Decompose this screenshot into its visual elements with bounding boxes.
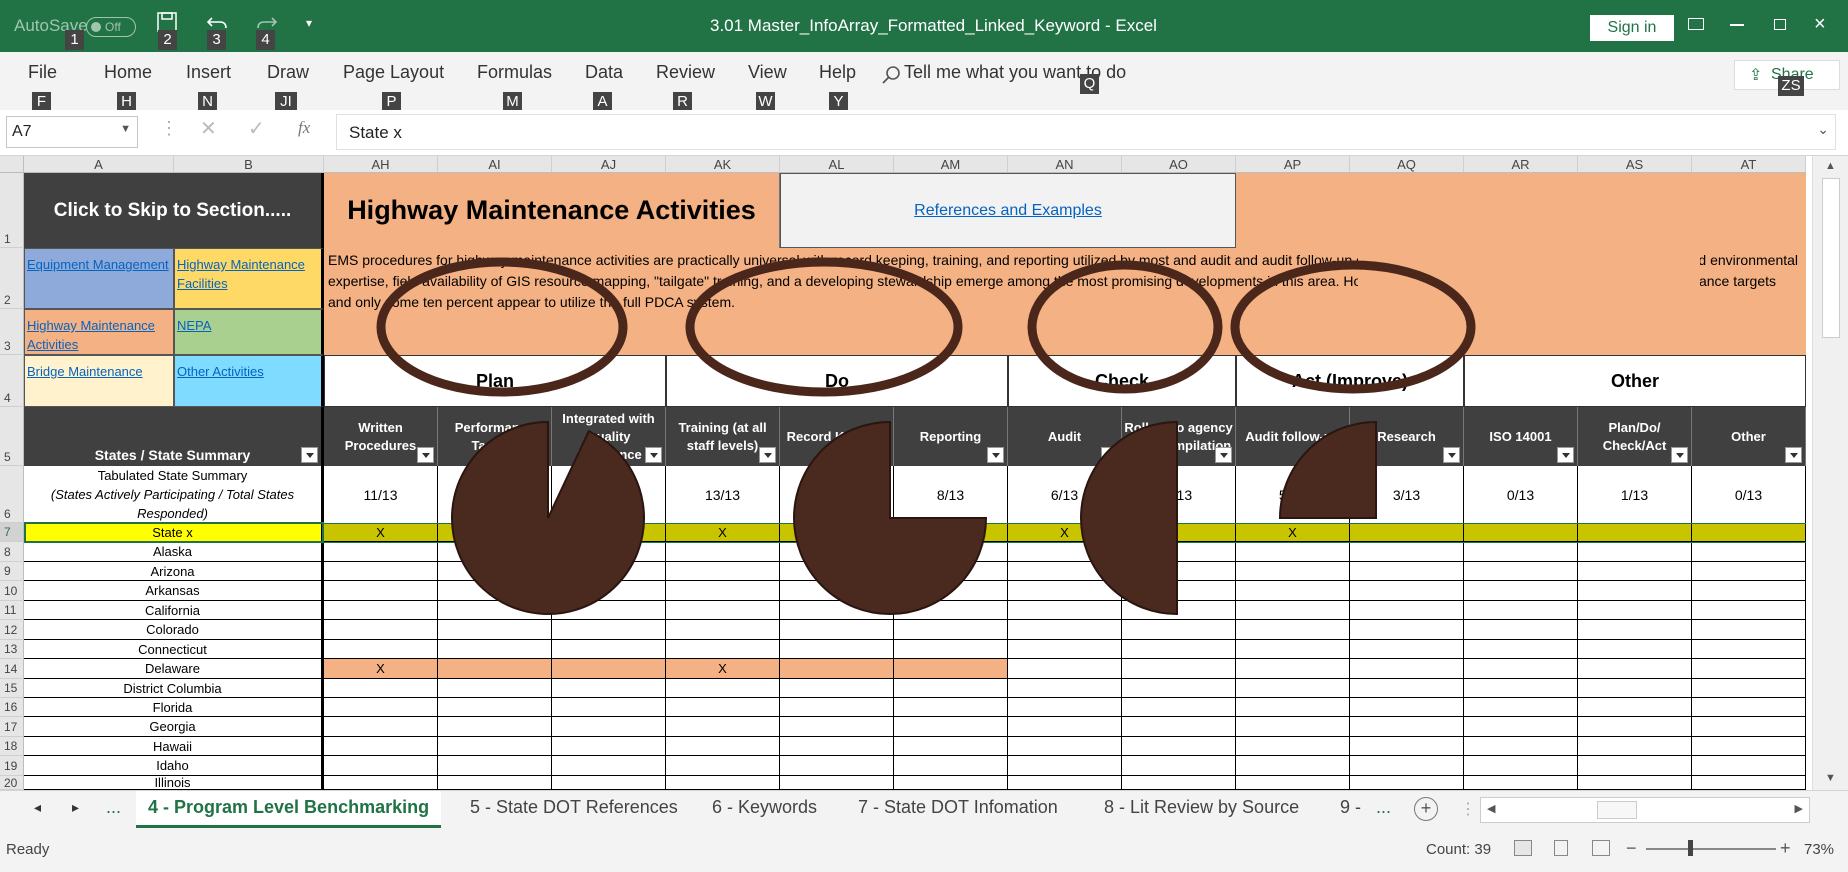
keytip: Q: [1080, 74, 1099, 94]
tab-formulas[interactable]: Formulas: [477, 62, 552, 83]
highlight-circle: [1230, 260, 1476, 394]
scroll-left-icon[interactable]: ◀: [1487, 802, 1495, 815]
scroll-thumb[interactable]: [1597, 801, 1637, 819]
zoom-in-icon[interactable]: +: [1780, 838, 1791, 859]
tab-draw[interactable]: Draw: [267, 62, 309, 83]
add-sheet-icon[interactable]: +: [1414, 797, 1438, 821]
sign-in-button[interactable]: Sign in: [1590, 15, 1674, 41]
tab-view[interactable]: View: [748, 62, 787, 83]
tab-data[interactable]: Data: [585, 62, 623, 83]
vertical-scrollbar[interactable]: ▲ ▼: [1812, 156, 1848, 790]
expand-formula-icon[interactable]: ⌄: [1817, 121, 1829, 138]
keytip: H: [117, 92, 136, 112]
tab-insert[interactable]: Insert: [186, 62, 231, 83]
tab-file[interactable]: File: [28, 62, 57, 83]
horizontal-scrollbar[interactable]: ◀ ▶: [1480, 797, 1810, 823]
chevron-down-icon[interactable]: ▼: [120, 123, 131, 135]
keytip: F: [32, 92, 51, 112]
formula-input[interactable]: State x ⌄: [336, 114, 1836, 150]
status-ready: Ready: [6, 841, 50, 858]
keytip: 3: [207, 30, 226, 50]
customize-qat-icon[interactable]: ▾: [306, 16, 312, 30]
save-icon[interactable]: [157, 12, 177, 32]
sheet-tab[interactable]: 8 - Lit Review by Source: [1104, 797, 1299, 818]
progress-pie: [1080, 420, 1178, 616]
keytip: N: [198, 92, 217, 112]
keytip: ZS: [1778, 76, 1804, 96]
sheet-tab[interactable]: 6 - Keywords: [712, 797, 817, 818]
next-sheet-icon[interactable]: ▸: [72, 799, 79, 816]
formula-bar: A7 ▼ ⋮ ✕ ✓ fx State x ⌄: [0, 110, 1848, 156]
tab-home[interactable]: Home: [104, 62, 152, 83]
name-box[interactable]: A7 ▼: [6, 116, 138, 148]
keytip: Y: [829, 92, 848, 112]
insert-function-icon[interactable]: fx: [298, 118, 310, 138]
formula-value: State x: [349, 123, 402, 142]
more-sheets-button[interactable]: ...: [1376, 797, 1391, 818]
cancel-icon[interactable]: ✕: [200, 116, 217, 141]
autosave-toggle[interactable]: Off: [86, 17, 136, 37]
status-count: Count: 39: [1426, 841, 1492, 858]
progress-pie: [1278, 420, 1377, 519]
normal-view-icon[interactable]: [1514, 840, 1532, 856]
close-icon[interactable]: ×: [1814, 13, 1826, 36]
keytip: P: [382, 92, 401, 112]
prev-sheet-icon[interactable]: ◂: [34, 799, 41, 816]
sheet-tab[interactable]: 9 -: [1340, 797, 1361, 818]
keytip: R: [673, 92, 692, 112]
tab-page-layout[interactable]: Page Layout: [343, 62, 444, 83]
page-break-view-icon[interactable]: [1592, 840, 1610, 856]
highlight-circle: [376, 257, 628, 397]
search-icon[interactable]: [881, 65, 901, 85]
more-icon: ⋮: [160, 118, 178, 138]
toggle-knob: [91, 22, 101, 32]
toggle-state: Off: [105, 20, 121, 34]
highlight-circle: [685, 257, 963, 397]
scroll-down-icon[interactable]: ▼: [1825, 772, 1836, 784]
keytip: M: [503, 92, 522, 112]
keytip: 1: [65, 30, 84, 50]
zoom-out-icon[interactable]: −: [1626, 838, 1637, 859]
zoom-slider-thumb[interactable]: [1688, 840, 1693, 856]
scroll-thumb[interactable]: [1822, 178, 1840, 338]
scroll-right-icon[interactable]: ▶: [1795, 802, 1803, 815]
keytip: A: [593, 92, 612, 112]
progress-pie: [793, 420, 988, 615]
sheet-tab[interactable]: 5 - State DOT References: [470, 797, 678, 818]
sheet-tab[interactable]: 7 - State DOT Infomation: [858, 797, 1058, 818]
tab-review[interactable]: Review: [656, 62, 715, 83]
splitter-icon[interactable]: ⋮: [1460, 799, 1476, 819]
ribbon-tabs: File Home Insert Draw Page Layout Formul…: [0, 52, 1848, 112]
tab-help[interactable]: Help: [819, 62, 856, 83]
document-title: 3.01 Master_InfoArray_Formatted_Linked_K…: [710, 16, 1157, 35]
drawing-overlay: [376, 257, 1476, 616]
sheet-tab-bar: ◂ ▸ ... 4 - Program Level Benchmarking 5…: [0, 790, 1848, 828]
keytip: W: [756, 92, 775, 112]
title-bar: AutoSave Off ▾ 1 2 3 4 3.01 Master_InfoA…: [0, 0, 1848, 52]
sheet-tab-active[interactable]: 4 - Program Level Benchmarking: [136, 791, 442, 828]
keytip: 2: [158, 30, 177, 50]
status-bar: Ready Count: 39 − + 73%: [0, 828, 1848, 872]
zoom-level[interactable]: 73%: [1804, 841, 1834, 858]
scroll-up-icon[interactable]: ▲: [1825, 160, 1836, 172]
highlight-circle: [1027, 260, 1223, 394]
name-box-value: A7: [12, 123, 32, 140]
enter-icon[interactable]: ✓: [248, 116, 265, 141]
page-layout-view-icon[interactable]: [1554, 840, 1568, 856]
worksheet-grid[interactable]: A B AH AI AJ AK AL AM AN AO AP AQ AR AS AT 1 2 3 4 5 6 7 8 9 10…: [0, 156, 1812, 790]
share-icon: ⇪: [1749, 67, 1763, 84]
minimize-icon[interactable]: [1730, 24, 1744, 26]
ribbon-display-icon[interactable]: [1688, 18, 1704, 30]
restore-icon[interactable]: [1774, 19, 1786, 30]
progress-pie: [451, 420, 645, 615]
zoom-slider[interactable]: [1646, 848, 1776, 850]
keytip: 4: [256, 30, 275, 50]
keytip: JI: [275, 92, 297, 112]
more-sheets-button[interactable]: ...: [106, 797, 121, 818]
